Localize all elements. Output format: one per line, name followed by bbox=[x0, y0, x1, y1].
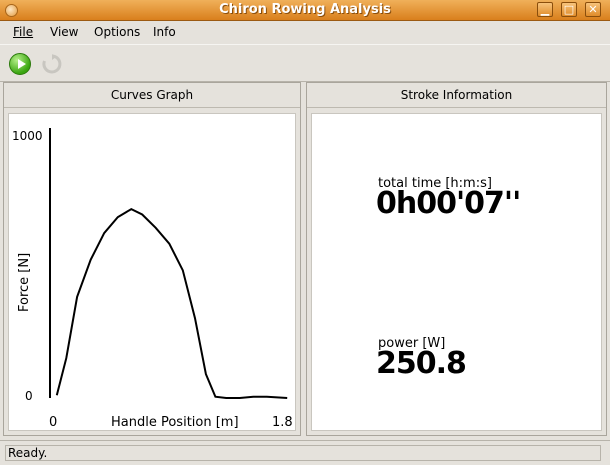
y-tick-label: 0 bbox=[25, 389, 33, 403]
menu-bar: File View Options Info bbox=[0, 21, 610, 43]
stroke-info-panel: Stroke Information total time [h:m:s] 0h… bbox=[306, 82, 607, 436]
total-time-value: 0h00'07'' bbox=[376, 186, 521, 221]
x-tick-label: 0 bbox=[49, 415, 57, 430]
stroke-info-title: Stroke Information bbox=[307, 83, 606, 108]
close-button[interactable]: ✕ bbox=[585, 2, 601, 17]
minimize-button[interactable]: ▁ bbox=[537, 2, 553, 17]
status-text: Ready. bbox=[5, 445, 601, 461]
stroke-info-area: total time [h:m:s] 0h00'07'' power [W] 2… bbox=[311, 113, 602, 431]
toolbar bbox=[0, 44, 610, 82]
menu-file[interactable]: File bbox=[13, 25, 33, 39]
play-icon[interactable] bbox=[9, 53, 31, 75]
window-title: Chiron Rowing Analysis bbox=[219, 2, 391, 17]
menu-options[interactable]: Options bbox=[94, 25, 140, 39]
y-axis-label: Force [N] bbox=[17, 253, 32, 312]
x-axis-label: Handle Position [m] bbox=[111, 415, 239, 430]
x-tick-label: 1.8 bbox=[272, 415, 293, 430]
menu-view[interactable]: View bbox=[50, 25, 78, 39]
force-curve-chart: 1000 0 0 1.8 Handle Position [m] Force [… bbox=[12, 128, 293, 430]
curves-panel-title: Curves Graph bbox=[4, 83, 300, 108]
curves-graph-area: 1000 0 0 1.8 Handle Position [m] Force [… bbox=[8, 113, 296, 431]
maximize-button[interactable]: □ bbox=[561, 2, 577, 17]
app-window: Chiron Rowing Analysis ▁ □ ✕ File View O… bbox=[0, 0, 610, 464]
curves-panel: Curves Graph 1000 0 0 1.8 Handle Positio… bbox=[3, 82, 301, 436]
title-bar[interactable]: Chiron Rowing Analysis ▁ □ ✕ bbox=[0, 0, 610, 21]
y-tick-label: 1000 bbox=[12, 129, 43, 143]
force-curve-line bbox=[55, 207, 288, 399]
power-value: 250.8 bbox=[376, 346, 467, 381]
status-bar: Ready. bbox=[0, 440, 610, 465]
menu-info[interactable]: Info bbox=[153, 25, 176, 39]
refresh-icon[interactable] bbox=[41, 53, 63, 75]
